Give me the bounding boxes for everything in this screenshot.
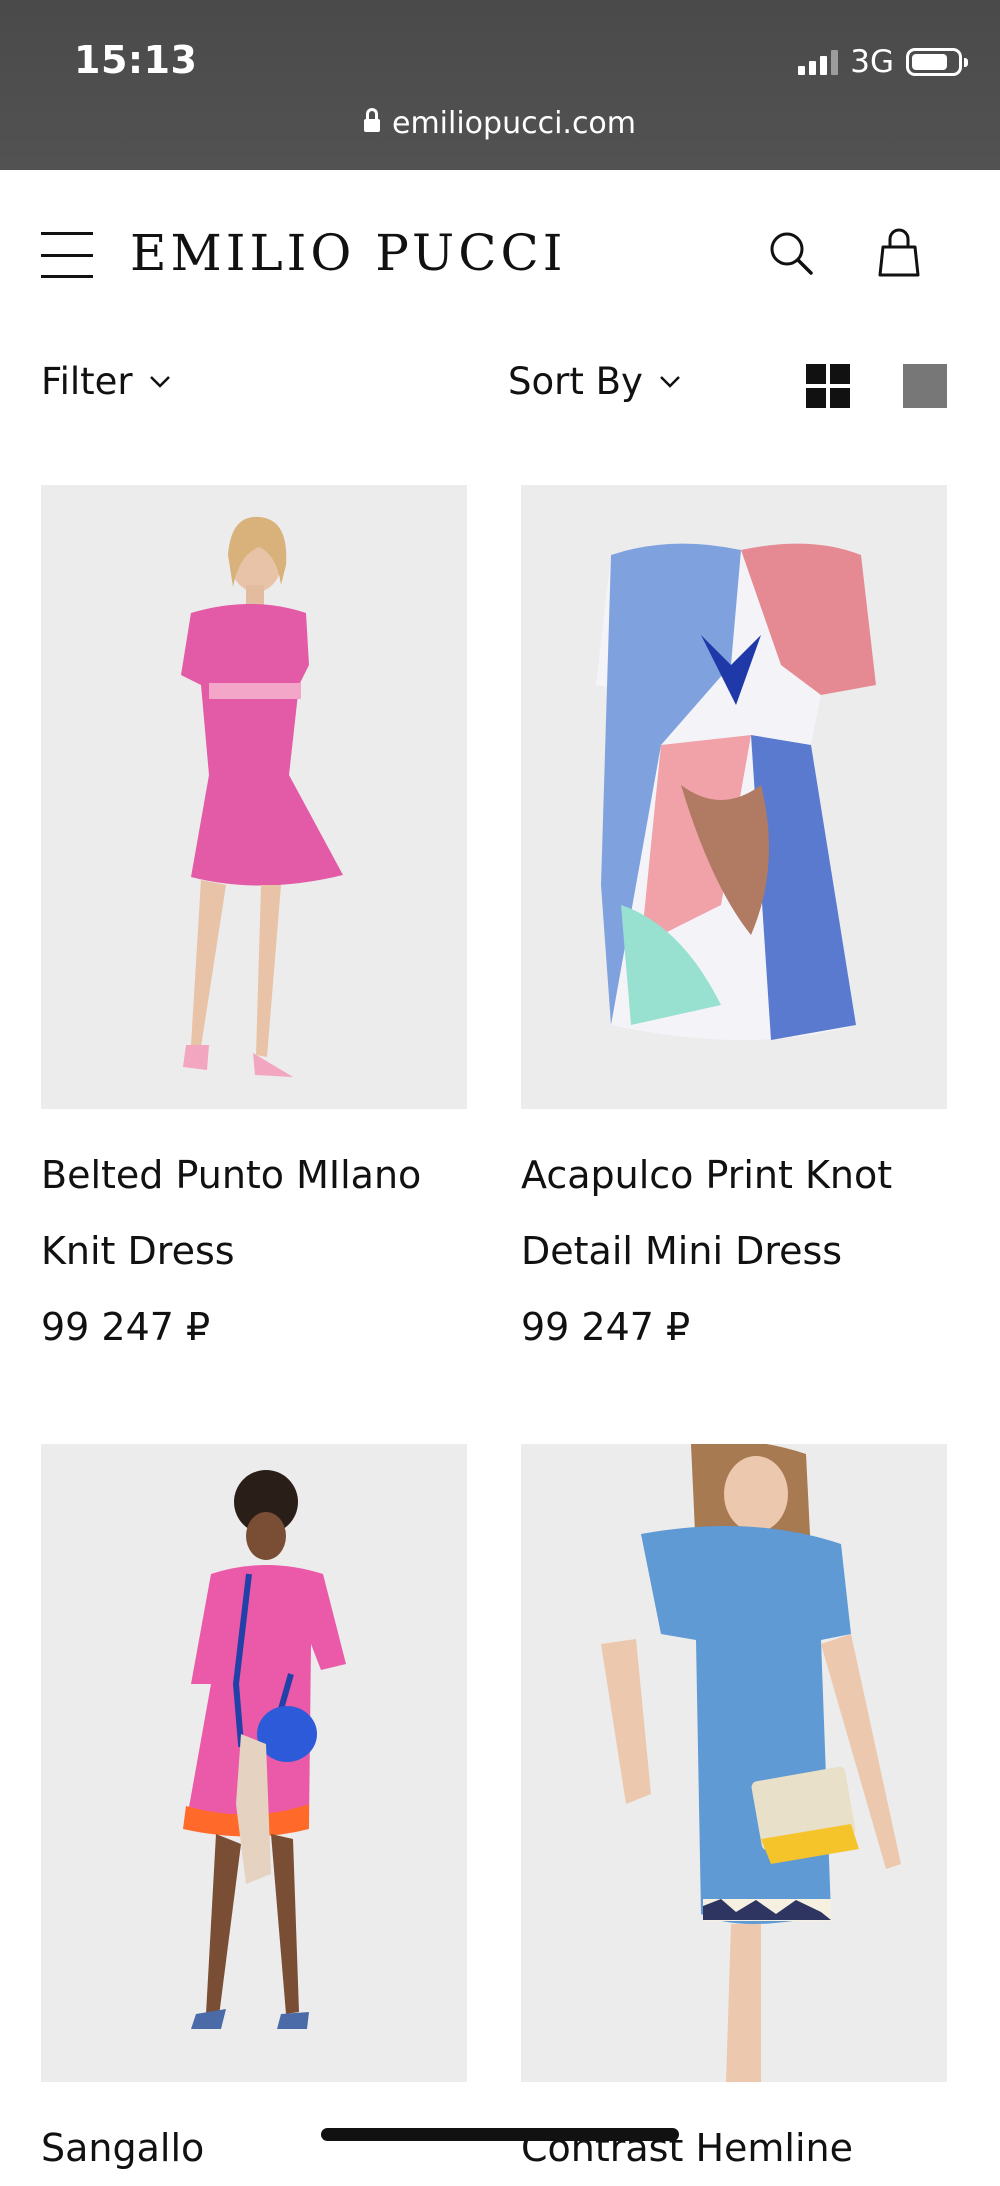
single-view-icon[interactable] bbox=[903, 364, 947, 408]
product-name[interactable]: Belted Punto MIlano Knit Dress bbox=[41, 1137, 467, 1289]
product-image[interactable] bbox=[521, 485, 947, 1109]
product-image[interactable] bbox=[41, 1444, 467, 2082]
menu-icon[interactable] bbox=[41, 232, 93, 278]
battery-icon bbox=[906, 48, 968, 76]
shopping-bag-icon[interactable] bbox=[877, 228, 921, 278]
product-card[interactable]: Sangallo bbox=[41, 1444, 467, 2186]
product-name-line: Sangallo bbox=[41, 2126, 205, 2170]
product-price: 99 247 ₽ bbox=[521, 1305, 691, 1349]
url-bar[interactable]: emiliopucci.com bbox=[0, 106, 1000, 141]
listing-controls: Filter Sort By bbox=[0, 345, 1000, 425]
product-name-line: Detail Mini Dress bbox=[521, 1229, 843, 1273]
product-name-line: Acapulco Print Knot bbox=[521, 1153, 893, 1197]
search-icon[interactable] bbox=[768, 230, 814, 276]
product-image[interactable] bbox=[521, 1444, 947, 2082]
product-name[interactable]: Contrast Hemline bbox=[521, 2110, 947, 2186]
product-name-line: Contrast Hemline bbox=[521, 2126, 853, 2170]
signal-icon bbox=[798, 49, 839, 75]
chevron-down-icon bbox=[660, 375, 680, 388]
product-image[interactable] bbox=[41, 485, 467, 1109]
status-bar: 15:13 3G emiliopucci.com bbox=[0, 0, 1000, 170]
product-name-line: Belted Punto MIlano bbox=[41, 1153, 422, 1197]
url-text: emiliopucci.com bbox=[391, 106, 637, 141]
site-header: EMILIO PUCCI bbox=[0, 170, 1000, 345]
home-indicator[interactable] bbox=[321, 2128, 679, 2141]
product-name[interactable]: Sangallo bbox=[41, 2110, 467, 2186]
sort-label: Sort By bbox=[508, 360, 643, 403]
lock-icon bbox=[363, 107, 380, 136]
chevron-down-icon bbox=[149, 375, 170, 388]
status-time: 15:13 bbox=[74, 38, 198, 82]
filter-label: Filter bbox=[41, 360, 133, 403]
brand-logo[interactable]: EMILIO PUCCI bbox=[130, 224, 566, 282]
product-name[interactable]: Acapulco Print Knot Detail Mini Dress bbox=[521, 1137, 947, 1289]
product-name-line: Knit Dress bbox=[41, 1229, 235, 1273]
grid-view-icon[interactable] bbox=[806, 364, 850, 408]
status-indicators: 3G bbox=[798, 44, 968, 80]
sort-button[interactable]: Sort By bbox=[508, 360, 681, 403]
product-card[interactable]: Acapulco Print Knot Detail Mini Dress 99… bbox=[521, 485, 947, 1365]
network-type: 3G bbox=[850, 44, 894, 80]
product-card[interactable]: Belted Punto MIlano Knit Dress 99 247 ₽ bbox=[41, 485, 467, 1365]
product-card[interactable]: Contrast Hemline bbox=[521, 1444, 947, 2186]
filter-button[interactable]: Filter bbox=[41, 360, 171, 403]
product-price: 99 247 ₽ bbox=[41, 1305, 211, 1349]
